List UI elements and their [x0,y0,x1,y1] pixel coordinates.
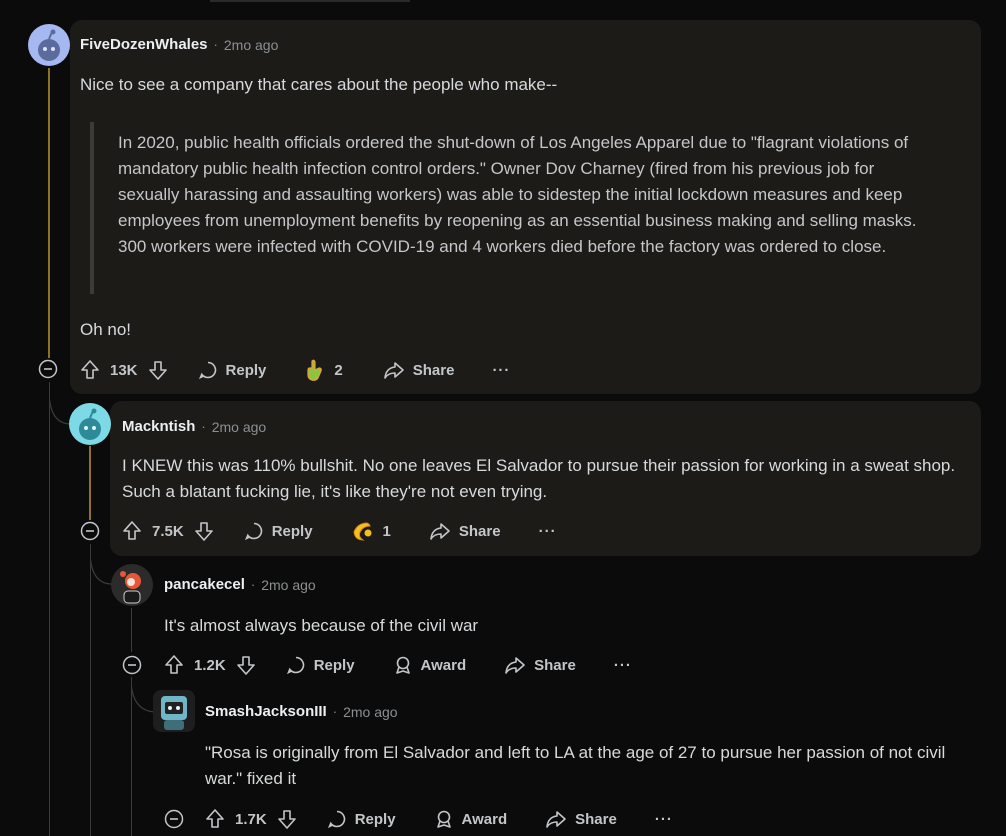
reply-bubble-icon [244,522,262,541]
comment-meta: SmashJacksonIII · 2mo ago [205,703,398,720]
share-icon [505,657,525,674]
comment-actions: 7.5K Reply 1 Share ··· [122,520,557,542]
vote-count: 7.5K [152,522,184,540]
timestamp[interactable]: 2mo ago [343,704,397,720]
upvote-icon[interactable] [122,520,142,542]
username[interactable]: Mackntish [122,418,195,435]
downvote-icon[interactable] [148,359,168,381]
blockquote: In 2020, public health officials ordered… [90,122,930,294]
award-button[interactable]: 1 [351,520,391,542]
reply-bubble-icon [198,361,216,380]
more-options-button[interactable]: ··· [539,523,557,540]
timestamp[interactable]: 2mo ago [224,37,278,53]
share-button[interactable]: Share [504,655,576,675]
upvote-icon[interactable] [164,654,184,676]
comment-text: "Rosa is originally from El Salvador and… [205,743,946,788]
collapse-thread-icon[interactable] [80,521,100,541]
comment-meta: pancakecel · 2mo ago [164,576,316,593]
comment-actions: 1.7K Reply Award Share ··· [205,808,673,830]
share-label: Share [534,656,576,674]
share-button[interactable]: Share [545,809,617,829]
comment-text: I KNEW this was 110% bullshit. No one le… [122,456,956,501]
quote-text: In 2020, public health officials ordered… [118,133,917,256]
avatar[interactable] [69,403,111,445]
share-icon [546,811,566,828]
more-options-button[interactable]: ··· [492,362,510,379]
reply-bubble-icon [327,810,345,829]
thread-line[interactable] [131,608,132,652]
timestamp[interactable]: 2mo ago [261,577,315,593]
thread-line-active[interactable] [89,446,91,520]
separator: · [201,419,206,434]
comment-actions: 1.2K Reply Award Share ··· [164,654,632,676]
share-label: Share [412,361,455,379]
timestamp[interactable]: 2mo ago [212,419,266,435]
snoo-avatar-icon [161,696,187,730]
award-button[interactable]: 2 [304,358,343,382]
comment-text: Oh no! [80,320,132,339]
reply-label: Reply [354,810,396,828]
avatar[interactable] [153,690,195,732]
comment-text: It's almost always because of the civil … [164,616,479,635]
reply-button[interactable]: Reply [244,521,313,541]
downvote-icon[interactable] [277,808,297,830]
avatar[interactable] [111,564,153,606]
avatar[interactable] [28,24,70,66]
username[interactable]: pancakecel [164,576,245,593]
share-label: Share [458,522,501,540]
reply-label: Reply [225,361,267,379]
username[interactable]: FiveDozenWhales [80,36,208,53]
comment-meta: Mackntish · 2mo ago [122,418,266,435]
share-icon [430,523,450,540]
award-icon [436,810,451,828]
collapse-thread-icon[interactable] [164,809,184,829]
comment-actions: 13K Reply 2 Share ··· [80,358,510,382]
vote-count: 1.2K [194,656,226,674]
award-button[interactable]: Award [393,655,467,675]
upvote-icon[interactable] [205,808,225,830]
downvote-icon[interactable] [194,520,214,542]
downvote-icon[interactable] [236,654,256,676]
comment-text: Nice to see a company that cares about t… [80,75,558,94]
award-label: Award [420,656,467,674]
thread-line[interactable] [49,382,50,836]
more-options-button[interactable]: ··· [655,811,673,828]
reply-button[interactable]: Reply [327,809,396,829]
vote-count: 1.7K [235,810,267,828]
username[interactable]: SmashJacksonIII [205,703,327,720]
award-label: Award [461,810,508,828]
more-options-button[interactable]: ··· [614,657,632,674]
separator: · [250,577,256,592]
reply-button[interactable]: Reply [286,655,355,675]
share-icon [383,362,404,379]
snoo-avatar-icon [79,408,101,440]
award-count: 1 [382,522,391,540]
top-scroll-indicator [210,0,410,2]
share-button[interactable]: Share [383,360,455,380]
share-button[interactable]: Share [429,521,501,541]
reply-label: Reply [313,656,355,674]
reply-button[interactable]: Reply [198,360,267,380]
hand-award-icon [307,359,323,381]
snoo-avatar-icon [38,29,60,61]
reply-bubble-icon [286,656,304,675]
share-label: Share [575,810,617,828]
award-button[interactable]: Award [434,809,508,829]
separator: · [332,704,338,719]
comment-meta: FiveDozenWhales · 2mo ago [80,36,278,53]
thread-line-active[interactable] [48,68,50,358]
upvote-icon[interactable] [80,359,100,381]
separator: · [213,37,218,52]
banana-award-icon [353,522,372,541]
vote-count: 13K [110,361,138,379]
collapse-thread-icon[interactable] [38,359,58,379]
award-count: 2 [334,361,343,379]
award-icon [395,656,410,674]
collapse-thread-icon[interactable] [122,655,142,675]
reply-label: Reply [271,522,313,540]
snoo-avatar-icon [120,571,141,604]
